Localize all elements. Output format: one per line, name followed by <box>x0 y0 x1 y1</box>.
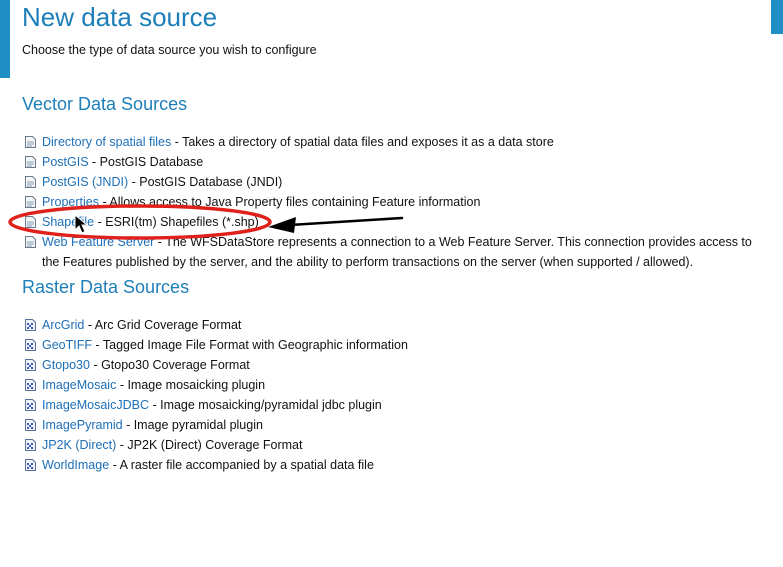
source-description: - PostGIS Database <box>88 155 204 169</box>
raster-coverage-icon <box>25 339 36 351</box>
source-link-arcgrid[interactable]: ArcGrid <box>42 318 84 332</box>
list-item: WorldImage - A raster file accompanied b… <box>24 455 408 475</box>
raster-coverage-icon <box>25 319 36 331</box>
source-link-wfs[interactable]: Web Feature Server <box>42 235 154 249</box>
raster-coverage-icon <box>25 399 36 411</box>
source-link-shapefile[interactable]: Shapefile <box>42 215 94 229</box>
list-item: JP2K (Direct) - JP2K (Direct) Coverage F… <box>24 435 408 455</box>
vector-datastore-icon <box>25 136 36 148</box>
raster-coverage-icon <box>25 459 36 471</box>
source-link-imagepyramid[interactable]: ImagePyramid <box>42 418 123 432</box>
source-link-geotiff[interactable]: GeoTIFF <box>42 338 92 352</box>
vector-source-list: Directory of spatial files - Takes a dir… <box>24 132 762 272</box>
raster-coverage-icon <box>25 359 36 371</box>
list-item: GeoTIFF - Tagged Image File Format with … <box>24 335 408 355</box>
list-item: Directory of spatial files - Takes a dir… <box>24 132 762 152</box>
vector-section-heading: Vector Data Sources <box>22 94 188 114</box>
vector-datastore-icon <box>25 216 36 228</box>
list-item: ImageMosaic - Image mosaicking plugin <box>24 375 408 395</box>
list-item: PostGIS (JNDI) - PostGIS Database (JNDI) <box>24 172 762 192</box>
source-description: - Tagged Image File Format with Geograph… <box>92 338 408 352</box>
header-bar-left <box>0 0 10 78</box>
list-item: Properties - Allows access to Java Prope… <box>24 192 762 212</box>
vector-datastore-icon <box>25 176 36 188</box>
list-item: Shapefile - ESRI(tm) Shapefiles (*.shp) <box>24 212 762 232</box>
list-item: PostGIS - PostGIS Database <box>24 152 762 172</box>
page-subtitle: Choose the type of data source you wish … <box>22 43 317 57</box>
source-link-properties[interactable]: Properties <box>42 195 99 209</box>
raster-coverage-icon <box>25 439 36 451</box>
source-link-postgis-jndi[interactable]: PostGIS (JNDI) <box>42 175 128 189</box>
vector-datastore-icon <box>25 236 36 248</box>
source-link-directory[interactable]: Directory of spatial files <box>42 135 171 149</box>
source-description: - Image mosaicking/pyramidal jdbc plugin <box>148 398 382 412</box>
source-description: - JP2K (Direct) Coverage Format <box>116 438 303 452</box>
source-link-imagemosaic[interactable]: ImageMosaic <box>42 378 116 392</box>
source-description: - Image mosaicking plugin <box>116 378 266 392</box>
list-item: Gtopo30 - Gtopo30 Coverage Format <box>24 355 408 375</box>
source-link-imagemosaicjdbc[interactable]: ImageMosaicJDBC <box>42 398 149 412</box>
raster-coverage-icon <box>25 419 36 431</box>
raster-source-list: ArcGrid - Arc Grid Coverage Format GeoTI… <box>24 315 408 475</box>
source-link-postgis[interactable]: PostGIS <box>42 155 89 169</box>
source-description: - PostGIS Database (JNDI) <box>128 175 283 189</box>
page-title: New data source <box>22 2 218 32</box>
source-description: - Takes a directory of spatial data file… <box>171 135 554 149</box>
list-item: ImagePyramid - Image pyramidal plugin <box>24 415 408 435</box>
list-item: Web Feature Server - The WFSDataStore re… <box>24 232 762 272</box>
source-description: - Arc Grid Coverage Format <box>84 318 242 332</box>
vector-datastore-icon <box>25 156 36 168</box>
list-item: ArcGrid - Arc Grid Coverage Format <box>24 315 408 335</box>
source-description: - Image pyramidal plugin <box>122 418 263 432</box>
source-description: - ESRI(tm) Shapefiles (*.shp) <box>94 215 259 229</box>
vector-datastore-icon <box>25 196 36 208</box>
source-link-worldimage[interactable]: WorldImage <box>42 458 109 472</box>
header-bar-right <box>771 0 783 34</box>
source-link-jp2k-direct[interactable]: JP2K (Direct) <box>42 438 116 452</box>
source-description: - A raster file accompanied by a spatial… <box>109 458 374 472</box>
source-link-gtopo30[interactable]: Gtopo30 <box>42 358 90 372</box>
source-description: - Gtopo30 Coverage Format <box>89 358 250 372</box>
raster-section-heading: Raster Data Sources <box>22 277 190 297</box>
raster-coverage-icon <box>25 379 36 391</box>
source-description: - Allows access to Java Property files c… <box>98 195 481 209</box>
list-item: ImageMosaicJDBC - Image mosaicking/pyram… <box>24 395 408 415</box>
